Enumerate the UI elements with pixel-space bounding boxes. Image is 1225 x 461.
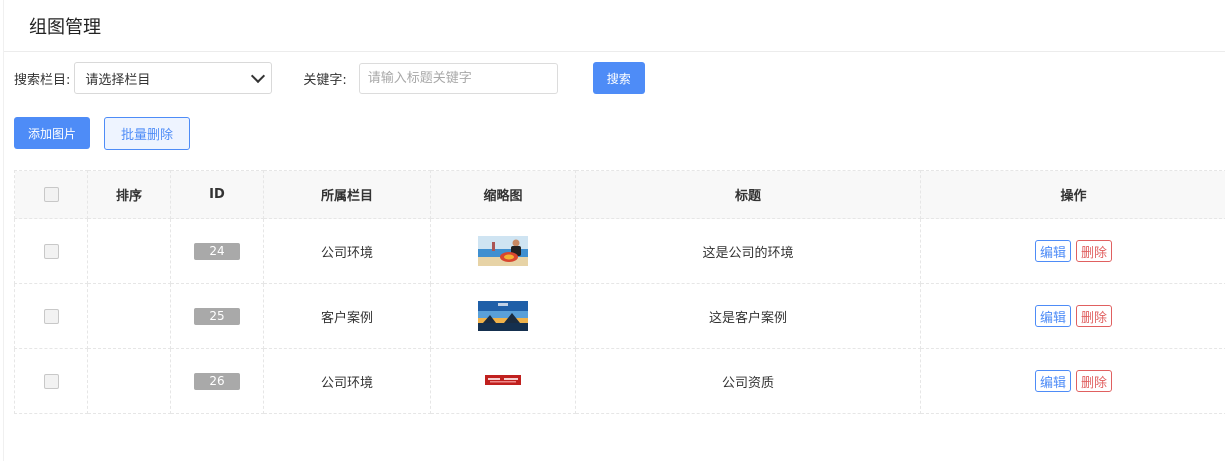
page-header: 组图管理 [4,0,1225,52]
beach-photo-thumbnail[interactable] [478,236,528,266]
row-checkbox[interactable] [43,308,59,324]
row-category: 客户案例 [263,283,431,349]
delete-button[interactable]: 删除 [1076,240,1113,262]
select-all-cell [14,170,88,219]
sunset-photo-thumbnail[interactable] [478,301,528,331]
action-bar: 添加图片 批量删除 [14,117,190,150]
edit-button[interactable]: 编辑 [1034,305,1071,327]
keyword-input[interactable] [358,62,558,94]
row-category: 公司环境 [263,218,431,284]
row-checkbox[interactable] [43,373,59,389]
category-select[interactable]: 请选择栏目 [74,62,273,94]
category-select-value: 请选择栏目 [85,72,151,88]
row-sort [87,283,171,349]
id-badge: 25 [194,307,240,325]
header-sort: 排序 [87,170,171,219]
row-title: 这是公司的环境 [575,218,921,284]
header-ops: 操作 [920,170,1225,219]
table-row: 24 公司环境 这是公司的环境 编辑 删除 [14,218,1225,284]
chevron-down-icon [251,68,266,84]
delete-button[interactable]: 删除 [1076,305,1113,327]
category-filter-label: 搜索栏目: [14,72,71,88]
keyword-label: 关键字: [303,72,347,88]
row-sort [87,218,171,284]
id-badge: 26 [194,372,240,390]
table-row: 25 客户案例 这是客户案例 编辑 删除 [14,283,1225,349]
row-category: 公司环境 [263,348,431,414]
delete-button[interactable]: 删除 [1076,370,1113,392]
add-image-button[interactable]: 添加图片 [14,117,90,149]
table-header-row: 排序 ID 所属栏目 缩略图 标题 操作 [14,170,1225,219]
select-all-checkbox[interactable] [43,187,59,202]
red-banner-thumbnail[interactable] [478,366,528,396]
row-sort [87,348,171,414]
edit-button[interactable]: 编辑 [1034,240,1071,262]
page: 组图管理 搜索栏目: 请选择栏目 关键字: 搜索 添加图片 批量删除 排序 ID [3,0,1225,461]
header-category: 所属栏目 [263,170,431,219]
filter-bar: 搜索栏目: 请选择栏目 关键字: 搜索 [14,62,645,94]
page-title: 组图管理 [29,16,101,38]
header-id: ID [170,170,264,219]
edit-button[interactable]: 编辑 [1034,370,1071,392]
image-table: 排序 ID 所属栏目 缩略图 标题 操作 24 公司环境 这是公司的环境 编辑 … [14,170,1225,414]
header-thumbnail: 缩略图 [430,170,576,219]
header-title: 标题 [575,170,921,219]
batch-delete-button[interactable]: 批量删除 [104,117,190,150]
row-title: 这是客户案例 [575,283,921,349]
row-title: 公司资质 [575,348,921,414]
search-button[interactable]: 搜索 [592,62,645,94]
row-checkbox[interactable] [43,243,59,259]
table-row: 26 公司环境 公司资质 编辑 删除 [14,348,1225,414]
id-badge: 24 [194,242,240,260]
